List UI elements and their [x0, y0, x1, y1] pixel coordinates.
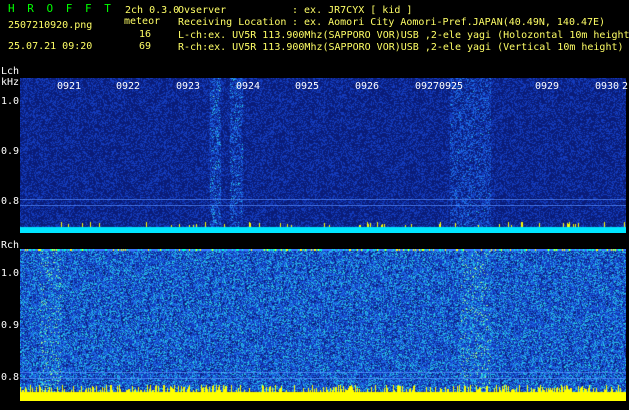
lch-ytick-3: 0.8: [1, 196, 20, 207]
rch-gridline-1: [20, 372, 626, 373]
lch-meteor-count: 16: [139, 29, 152, 40]
rch-receiver-info: R-ch:ex. UV5R 113.900Mhz(SAPPORO VOR)USB…: [178, 42, 624, 53]
lch-label: Lch: [1, 66, 20, 77]
lch-gridline-1: [20, 199, 626, 200]
lch-ytick-2: 0.9: [1, 146, 20, 157]
app-title: H R O F F T: [8, 2, 114, 15]
rch-ytick-3: 0.8: [1, 372, 20, 383]
location-label: Receiving Location: [178, 17, 287, 28]
rch-ytick-2: 0.9: [1, 320, 20, 331]
lch-ytick-1: 1.0: [1, 96, 20, 107]
time-tick-0927: 0927: [415, 81, 440, 92]
meteor-label: meteor: [124, 16, 161, 27]
time-tick-0929: 0929: [535, 81, 560, 92]
observer-value: : ex. JR7CYX [ kid ]: [292, 5, 413, 16]
observer-label: Ovserver: [178, 5, 227, 16]
rch-gridline-2: [20, 378, 626, 379]
rch-ytick-1: 1.0: [1, 268, 20, 279]
time-tick-0921: 0921: [57, 81, 82, 92]
time-tick-0923: 0923: [176, 81, 201, 92]
time-tick-0925b: 0925: [439, 81, 464, 92]
rch-meteor-count: 69: [139, 41, 152, 52]
time-tick-0925: 0925: [295, 81, 320, 92]
time-tick-0930: 0930: [595, 81, 620, 92]
time-tick-0922: 0922: [116, 81, 141, 92]
datetime: 25.07.21 09:20: [8, 41, 93, 52]
lch-receiver-info: L-ch:ex. UV5R 113.900Mhz(SAPPORO VOR)USB…: [178, 30, 629, 41]
location-value: : ex. Aomori City Aomori-Pref.JAPAN(40.4…: [292, 17, 606, 28]
time-tick-edge: 2: [622, 81, 629, 92]
lch-gridline-2: [20, 205, 626, 206]
time-tick-0924: 0924: [236, 81, 261, 92]
filename: 2507210920.png: [8, 20, 93, 31]
lch-spectrogram: [20, 78, 626, 233]
channel-mode: 2ch 0.3.0: [125, 5, 180, 16]
lch-unit: kHz: [1, 77, 20, 88]
time-tick-0926: 0926: [355, 81, 380, 92]
rch-label: Rch: [1, 240, 20, 251]
